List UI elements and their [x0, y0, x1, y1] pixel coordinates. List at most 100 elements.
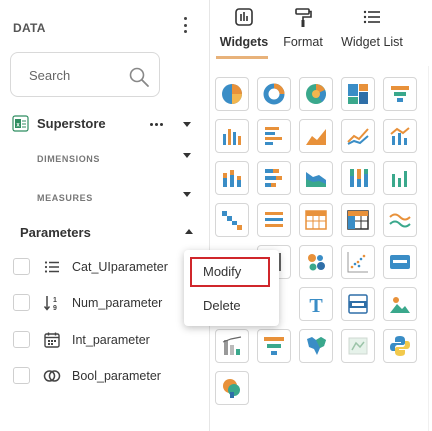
list-icon [265, 212, 283, 227]
parameter-checkbox[interactable] [13, 367, 30, 384]
parameters-header[interactable]: Parameters [20, 225, 91, 240]
parameter-label: Cat_UIparameter [72, 260, 168, 274]
widget-grid: T [210, 66, 432, 431]
sort-numeric-icon: 1 9 [43, 296, 57, 312]
tab-widgets-label: Widgets [219, 35, 269, 49]
widget-tile-stacked-area[interactable] [299, 161, 333, 195]
combo-chart-icon [390, 127, 410, 145]
widget-tile-stacked-column[interactable] [215, 161, 249, 195]
stacked-column-100-icon [350, 169, 368, 187]
parameter-row-bool[interactable]: Bool_parameter [13, 366, 188, 386]
active-tab-indicator [216, 56, 268, 59]
parameters-collapse-icon[interactable] [185, 229, 193, 234]
widget-tile-image-map[interactable] [341, 329, 375, 363]
widget-tile-pareto[interactable] [215, 329, 249, 363]
stacked-line-icon [392, 171, 407, 187]
widget-tile-r-visual[interactable] [215, 371, 249, 405]
data-panel: DATA Search x Superstore DIMENSIONS MEAS… [0, 0, 209, 431]
widget-tile-stacked-bar[interactable] [257, 161, 291, 195]
parameter-label: Bool_parameter [72, 369, 161, 383]
datasource-name: Superstore [37, 116, 106, 131]
widget-tile-sunburst[interactable] [299, 77, 333, 111]
widget-tile-stacked-line[interactable] [383, 161, 417, 195]
excel-datasource-icon: x [12, 115, 29, 132]
modify-menu-item[interactable]: Modify [190, 257, 270, 287]
parameter-row-int[interactable]: Int_parameter [13, 330, 188, 350]
tab-format[interactable]: Format [278, 8, 328, 58]
dimensions-header[interactable]: DIMENSIONS [37, 154, 100, 164]
widget-tile-stacked-column-100[interactable] [341, 161, 375, 195]
image-map-icon [348, 337, 368, 355]
widget-tile-python[interactable] [383, 329, 417, 363]
list-icon [363, 10, 380, 24]
pie-chart-icon [222, 84, 242, 104]
widget-tile-image[interactable] [383, 287, 417, 321]
grid-table-icon [305, 210, 327, 230]
search-field[interactable]: Search [10, 52, 160, 97]
html-icon [348, 294, 368, 314]
widget-tile-bubble[interactable] [299, 245, 333, 279]
treemap-icon [348, 84, 368, 104]
widget-tile-pivot[interactable] [341, 203, 375, 237]
widget-tile-text[interactable]: T [299, 287, 333, 321]
parameter-checkbox[interactable] [13, 258, 30, 275]
tab-widgets[interactable]: Widgets [216, 8, 272, 58]
widget-tile-column[interactable] [215, 119, 249, 153]
datasource-expand-icon[interactable] [183, 122, 191, 127]
svg-text:1: 1 [53, 297, 57, 304]
area-chart-icon [306, 129, 326, 145]
widget-tile-funnel[interactable] [383, 77, 417, 111]
data-panel-title: DATA [13, 21, 46, 35]
widget-tile-bar[interactable] [257, 119, 291, 153]
widget-tile-list[interactable] [257, 203, 291, 237]
delete-menu-item[interactable]: Delete [190, 291, 270, 321]
bubble-icon [308, 254, 325, 271]
measures-expand-icon[interactable] [183, 192, 191, 197]
waterfall-icon [222, 211, 242, 230]
search-placeholder: Search [29, 68, 71, 83]
calendar-icon [44, 332, 60, 348]
widget-tile-spline[interactable] [383, 203, 417, 237]
widget-tile-scatter[interactable] [341, 245, 375, 279]
datasource-row[interactable]: x Superstore [12, 114, 197, 134]
funnel-icon [391, 86, 409, 102]
widget-tile-area[interactable] [299, 119, 333, 153]
widget-tile-gantt[interactable] [257, 329, 291, 363]
widget-tile-combo[interactable] [383, 119, 417, 153]
search-icon[interactable] [127, 65, 151, 89]
widget-grid-scrollbar[interactable] [428, 66, 429, 431]
parameter-checkbox[interactable] [13, 294, 30, 311]
measures-header[interactable]: MEASURES [37, 193, 93, 203]
datasource-more-icon[interactable] [150, 123, 163, 126]
tab-widget-list[interactable]: Widget List [336, 8, 408, 58]
tab-format-label: Format [283, 35, 323, 49]
dimensions-expand-icon[interactable] [183, 153, 191, 158]
widget-tile-treemap[interactable] [341, 77, 375, 111]
spline-icon [389, 213, 411, 228]
list-icon [44, 261, 59, 273]
svg-text:T: T [309, 295, 323, 316]
r-visual-icon [223, 379, 240, 398]
widget-tile-grid[interactable] [299, 203, 333, 237]
widget-tile-pie[interactable] [215, 77, 249, 111]
parameter-row-cat[interactable]: Cat_UIparameter [13, 257, 188, 277]
parameter-row-num[interactable]: 1 9 Num_parameter [13, 293, 188, 313]
widget-tile-card[interactable] [383, 245, 417, 279]
widget-tile-waterfall[interactable] [215, 203, 249, 237]
card-icon [390, 255, 410, 269]
toggle-circles-icon [43, 370, 61, 382]
parameter-label: Int_parameter [72, 333, 150, 347]
widget-tile-html[interactable] [341, 287, 375, 321]
image-icon [390, 297, 410, 313]
stacked-bar-icon [265, 169, 282, 187]
map-icon [307, 337, 326, 355]
widget-tile-donut[interactable] [257, 77, 291, 111]
more-options-icon[interactable] [178, 15, 192, 35]
parameter-checkbox[interactable] [13, 331, 30, 348]
text-icon: T [309, 295, 323, 316]
stacked-column-icon [223, 170, 241, 187]
pivot-table-icon [347, 210, 369, 230]
widget-tile-map[interactable] [299, 329, 333, 363]
widget-tile-line[interactable] [341, 119, 375, 153]
gantt-icon [264, 337, 284, 355]
